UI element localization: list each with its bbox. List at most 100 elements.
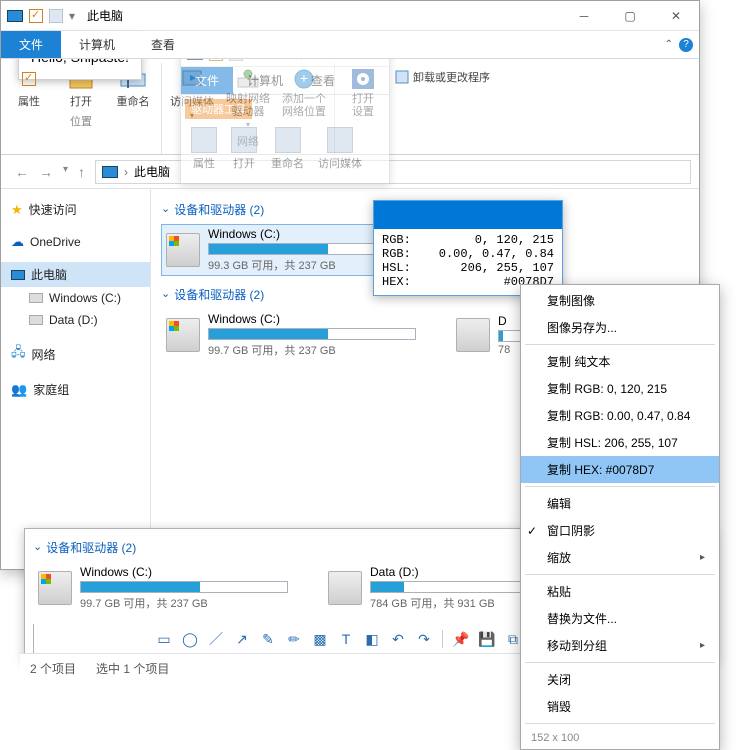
context-menu-item[interactable]: 图像另存为... xyxy=(521,314,719,341)
context-menu-item[interactable]: 关闭 xyxy=(521,666,719,693)
tab-file[interactable]: 文件 xyxy=(1,31,61,58)
tool-ellipse-icon[interactable]: ◯ xyxy=(178,628,202,650)
ghost-btn-1-label: 打开 xyxy=(233,155,255,171)
breadcrumb-text: 此电脑 xyxy=(134,163,170,180)
tool-line-icon[interactable]: ／ xyxy=(204,628,228,650)
context-menu-item[interactable]: 复制 RGB: 0, 120, 215 xyxy=(521,375,719,402)
tool-pen-icon[interactable]: ✎ xyxy=(256,628,280,650)
color-row-key: RGB: xyxy=(382,233,411,247)
drive-name: Windows (C:) xyxy=(208,312,416,326)
minimize-button[interactable]: ─ xyxy=(561,1,607,31)
tool-text-icon[interactable]: T xyxy=(334,628,358,650)
context-menu-item[interactable]: 复制图像 xyxy=(521,287,719,314)
maximize-button[interactable]: ▢ xyxy=(607,1,653,31)
collapse-ribbon-icon[interactable]: ⌃ xyxy=(665,39,673,50)
drive-icon xyxy=(29,315,43,325)
tool-rect-icon[interactable]: ▭ xyxy=(152,628,176,650)
nav-up-icon[interactable]: ↑ xyxy=(78,164,85,180)
status-item-count: 2 个项目 xyxy=(30,660,76,677)
ghost-btn-rename: 重命名 xyxy=(271,127,304,171)
ghost-tab-view: 查看 xyxy=(297,67,349,94)
context-menu-item[interactable]: 粘贴 xyxy=(521,578,719,605)
tool-eraser-icon[interactable]: ◧ xyxy=(360,628,384,650)
context-menu-item-label: 关闭 xyxy=(547,671,571,688)
context-menu-item-label: 编辑 xyxy=(547,495,571,512)
ghost-btn-0-label: 属性 xyxy=(193,155,215,171)
titlebar: ▾ 此电脑 ─ ▢ ✕ xyxy=(1,1,699,31)
color-row-key: HSL: xyxy=(382,261,411,275)
tool-mosaic-icon[interactable]: ▩ xyxy=(308,628,332,650)
drive-icon xyxy=(328,571,362,605)
sidebar-item-network[interactable]: 🖧网络 xyxy=(1,339,150,369)
window-controls: ─ ▢ ✕ xyxy=(561,1,699,31)
tool-undo-icon[interactable]: ↶ xyxy=(386,628,410,650)
tool-pin-icon[interactable]: 📌 xyxy=(449,628,473,650)
sidebar-label-2: 此电脑 xyxy=(31,266,67,283)
sidebar-item-onedrive[interactable]: ☁OneDrive xyxy=(1,230,150,254)
context-menu-item-label: 窗口阴影 xyxy=(547,522,595,539)
color-info-floater[interactable]: RGB: 0, 120, 215 RGB:0.00, 0.47, 0.84 HS… xyxy=(373,200,563,296)
tool-save-icon[interactable]: 💾 xyxy=(475,628,499,650)
context-menu-item[interactable]: 移动到分组 xyxy=(521,632,719,659)
context-menu-item[interactable]: 复制 RGB: 0.00, 0.47, 0.84 xyxy=(521,402,719,429)
doc-icon xyxy=(49,9,63,23)
monitor-icon xyxy=(11,270,25,280)
lower-drive-c[interactable]: Windows (C:) 99.7 GB 可用，共 237 GB xyxy=(33,562,293,614)
context-menu-item-label: 销毁 xyxy=(547,698,571,715)
ribbon-group-location-label: 位置 xyxy=(9,113,153,132)
sidebar: ★快速访问 ☁OneDrive 此电脑 Windows (C:) Data (D… xyxy=(1,189,151,569)
group-header-text-1: 设备和驱动器 (2) xyxy=(174,201,264,218)
context-menu-item-label: 缩放 xyxy=(547,549,571,566)
tab-computer[interactable]: 计算机 xyxy=(61,31,133,58)
context-menu-item[interactable]: ✓窗口阴影 xyxy=(521,517,719,544)
drive-usage-bar xyxy=(208,328,416,340)
context-menu-item-label: 复制 纯文本 xyxy=(547,353,610,370)
context-menu-item[interactable]: 复制 纯文本 xyxy=(521,348,719,375)
drive-icon xyxy=(166,318,200,352)
color-row-key: RGB: xyxy=(382,247,411,261)
context-menu-item[interactable]: 销毁 xyxy=(521,693,719,720)
context-menu-item-label: 复制 RGB: 0, 120, 215 xyxy=(547,380,667,397)
ghost-context-tab-label: 驱动器工具 xyxy=(185,99,252,119)
sidebar-item-drive-d[interactable]: Data (D:) xyxy=(1,309,150,331)
sidebar-label-0: 快速访问 xyxy=(29,201,77,218)
help-icon[interactable]: ? xyxy=(679,38,693,52)
context-menu-item-label: 复制 HSL: 206, 255, 107 xyxy=(547,434,678,451)
group-header-text-2: 设备和驱动器 (2) xyxy=(174,286,264,303)
context-menu-item[interactable]: 复制 HEX: #0078D7 xyxy=(521,456,719,483)
check-icon xyxy=(29,9,43,23)
drive-sub: 99.7 GB 可用，共 237 GB xyxy=(208,342,416,358)
sidebar-item-drive-c[interactable]: Windows (C:) xyxy=(1,287,150,309)
drive-sub: 99.7 GB 可用，共 237 GB xyxy=(80,595,288,611)
tool-marker-icon[interactable]: ✏ xyxy=(282,628,306,650)
nav-history-icon[interactable]: ▾ xyxy=(63,164,68,180)
sidebar-item-thispc[interactable]: 此电脑 xyxy=(1,262,150,287)
sidebar-item-quickaccess[interactable]: ★快速访问 xyxy=(1,197,150,222)
ribbon-uninstall-link[interactable]: 卸载或更改程序 xyxy=(395,69,490,85)
nav-back-icon[interactable]: ← xyxy=(15,164,29,180)
ribbon-open-label: 打开 xyxy=(70,93,92,109)
context-menu-item-label: 粘贴 xyxy=(547,583,571,600)
color-row-key: HEX: xyxy=(382,275,411,289)
nav-forward-icon[interactable]: → xyxy=(39,164,53,180)
context-menu-separator xyxy=(525,344,715,345)
window-title: 此电脑 xyxy=(87,7,123,24)
sidebar-label-4: Data (D:) xyxy=(49,313,98,327)
drive-c-item-2[interactable]: Windows (C:) 99.7 GB 可用，共 237 GB xyxy=(161,309,421,361)
context-menu-item[interactable]: 缩放 xyxy=(521,544,719,571)
drive-d-item-2-partial[interactable]: D 78 xyxy=(451,309,531,361)
ghost-btn-open: 打开 xyxy=(231,127,257,171)
context-menu-separator xyxy=(525,662,715,663)
context-menu-item[interactable]: 复制 HSL: 206, 255, 107 xyxy=(521,429,719,456)
context-menu-item[interactable]: 编辑 xyxy=(521,490,719,517)
close-button[interactable]: ✕ xyxy=(653,1,699,31)
context-menu-item[interactable]: 替换为文件... xyxy=(521,605,719,632)
tab-view[interactable]: 查看 xyxy=(133,31,193,58)
sidebar-item-homegroup[interactable]: 👥家庭组 xyxy=(1,377,150,402)
tool-redo-icon[interactable]: ↷ xyxy=(412,628,436,650)
tool-arrow-icon[interactable]: ↗ xyxy=(230,628,254,650)
ghost-tabs: 文件 计算机 查看 xyxy=(181,67,389,95)
drive-icon xyxy=(456,318,490,352)
ribbon-uninstall-label: 卸载或更改程序 xyxy=(413,69,490,85)
ribbon-rename-label: 重命名 xyxy=(117,93,150,109)
